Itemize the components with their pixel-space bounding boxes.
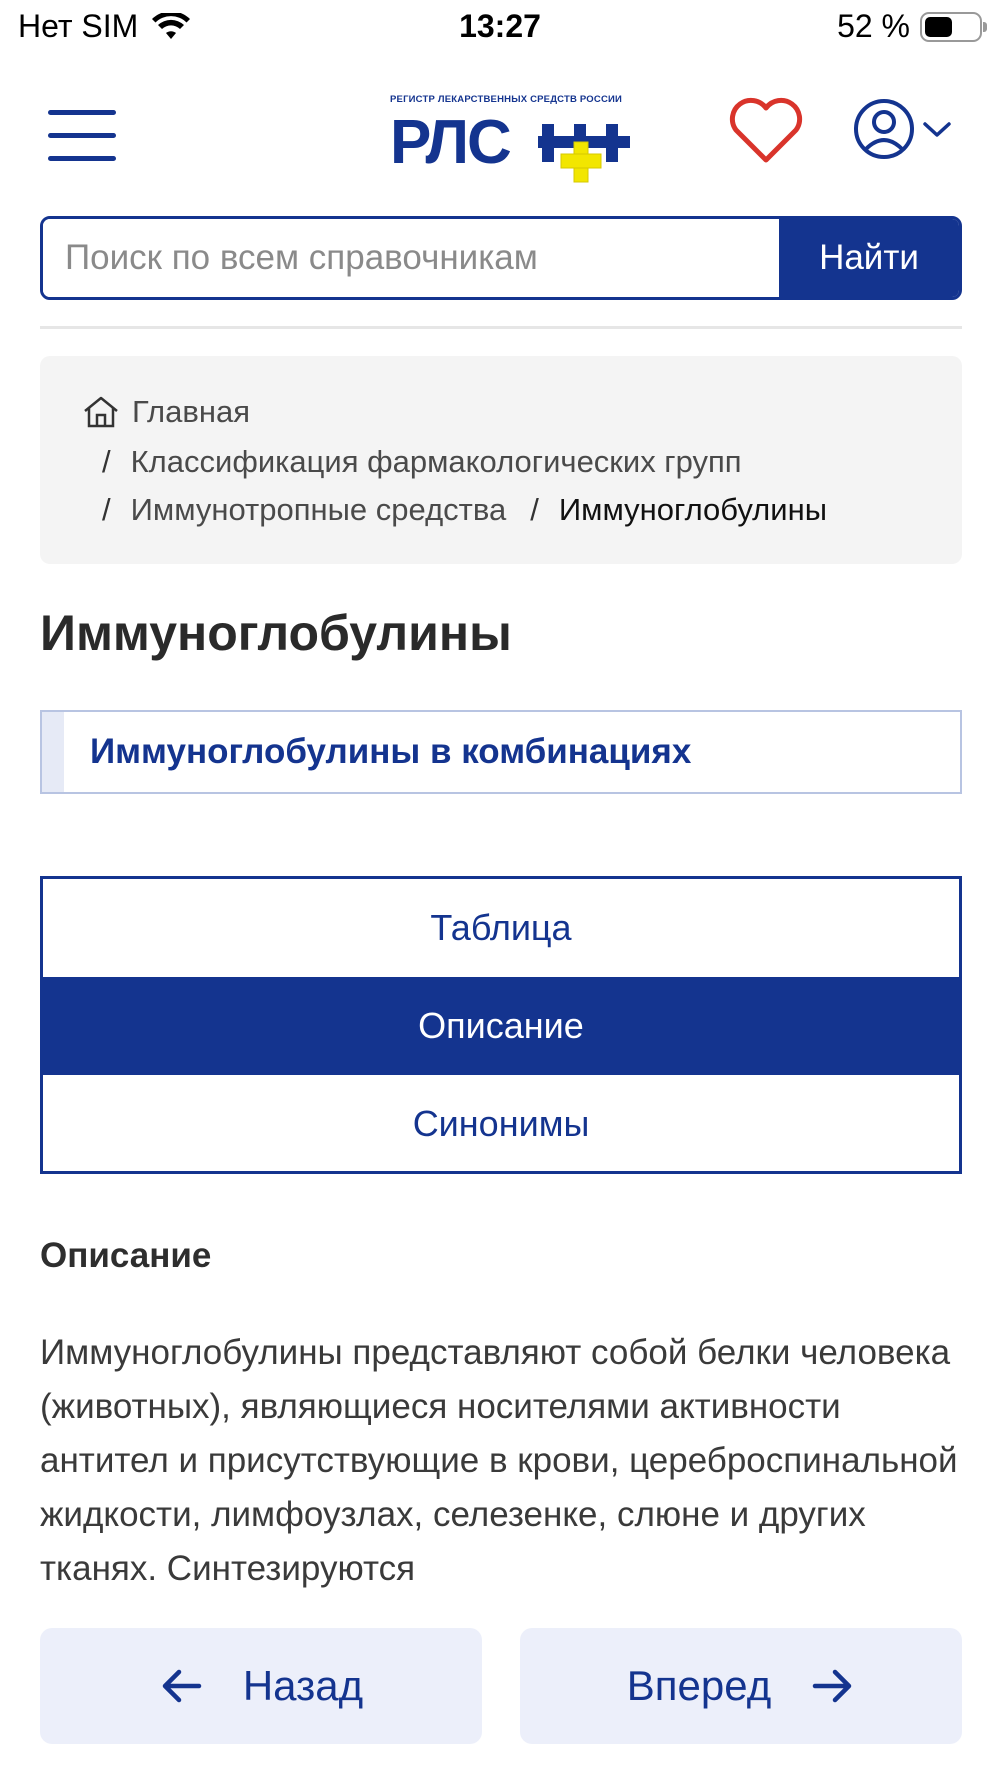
- status-right: 52 %: [837, 8, 987, 45]
- breadcrumb-row: / Классификация фармакологических групп: [102, 444, 742, 480]
- breadcrumb-home-label: Главная: [132, 394, 250, 429]
- home-icon: [84, 396, 118, 428]
- app-header: РЕГИСТР ЛЕКАРСТВЕННЫХ СРЕДСТВ РОССИИ РЛС: [0, 80, 1000, 210]
- header-divider: [40, 326, 962, 329]
- breadcrumb-separator: /: [102, 492, 111, 527]
- account-button[interactable]: [852, 94, 962, 164]
- logo[interactable]: РЕГИСТР ЛЕКАРСТВЕННЫХ СРЕДСТВ РОССИИ РЛС: [390, 94, 650, 194]
- search-bar: Найти: [40, 216, 962, 300]
- menu-icon: [48, 110, 116, 115]
- back-button-label: Назад: [242, 1662, 364, 1709]
- logo-tagline: РЕГИСТР ЛЕКАРСТВЕННЫХ СРЕДСТВ РОССИИ: [390, 94, 623, 105]
- breadcrumb-item-current: Иммуноглобулины: [558, 492, 827, 527]
- search-button[interactable]: Найти: [779, 219, 959, 297]
- favorites-button[interactable]: [728, 96, 804, 166]
- back-button[interactable]: Назад: [40, 1628, 482, 1744]
- tab-synonyms[interactable]: Синонимы: [43, 1075, 959, 1173]
- user-icon: [854, 99, 914, 159]
- description-heading: Описание: [40, 1236, 212, 1275]
- breadcrumb-row: / Иммунотропные средства / Иммуноглобули…: [102, 492, 827, 528]
- menu-icon-bar: [48, 156, 116, 161]
- logo-text: РЛС: [390, 108, 512, 177]
- battery-percent: 52 %: [837, 8, 910, 44]
- subgroup-link[interactable]: Иммуноглобулины в комбинациях: [40, 710, 962, 794]
- arrow-left-icon: [162, 1669, 202, 1703]
- breadcrumb-home[interactable]: Главная: [82, 394, 250, 430]
- menu-icon-bar: [48, 133, 116, 138]
- content-tabs: Таблица Описание Синонимы: [40, 876, 962, 1174]
- next-button-label: Вперед: [626, 1662, 772, 1709]
- subgroup-accent-bar: [42, 712, 64, 792]
- chevron-down-icon: [923, 122, 951, 137]
- tab-table[interactable]: Таблица: [43, 879, 959, 977]
- battery-level: [925, 16, 953, 37]
- arrow-right-icon: [812, 1669, 852, 1703]
- battery-icon: [920, 11, 987, 42]
- status-bar: Нет SIM 13:27 52 %: [0, 0, 1000, 56]
- next-button[interactable]: Вперед: [520, 1628, 962, 1744]
- page-title: Иммуноглобулины: [40, 605, 512, 661]
- breadcrumb-item-immunotropic[interactable]: Иммунотропные средства: [131, 492, 507, 528]
- search-input[interactable]: [43, 219, 779, 297]
- subgroup-link-label: Иммуноглобулины в комбинациях: [90, 732, 692, 771]
- logo-crosses-icon: [538, 124, 630, 183]
- screen: Нет SIM 13:27 52 % РЕГИСТР ЛЕКАРСТВЕННЫХ…: [0, 0, 1000, 1778]
- description-text: Иммуноглобулины представляют собой белки…: [40, 1333, 958, 1588]
- heart-icon: [729, 97, 803, 163]
- menu-button[interactable]: [48, 110, 116, 162]
- breadcrumb-separator: /: [102, 444, 111, 479]
- tab-description[interactable]: Описание: [43, 977, 959, 1075]
- breadcrumb-separator: /: [530, 492, 539, 527]
- breadcrumb-item-classification[interactable]: Классификация фармакологических групп: [131, 444, 742, 480]
- breadcrumb: Главная / Классификация фармакологически…: [40, 356, 962, 564]
